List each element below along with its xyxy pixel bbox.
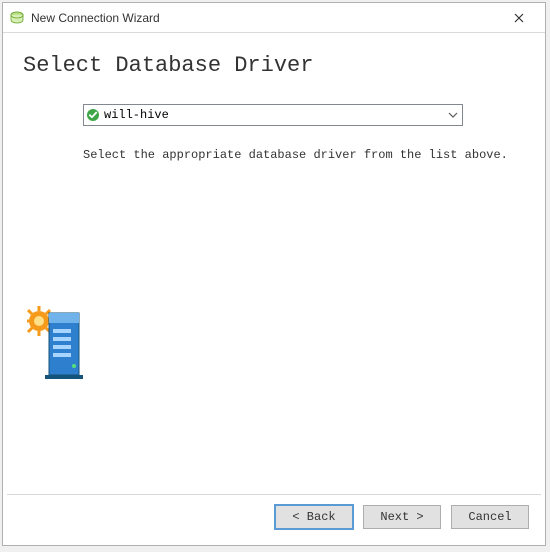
helper-text: Select the appropriate database driver f… xyxy=(83,148,525,162)
wizard-illustration xyxy=(27,303,87,383)
wizard-window: New Connection Wizard Select Database Dr… xyxy=(2,2,546,546)
next-button-label: Next > xyxy=(380,510,423,524)
button-row: < Back Next > Cancel xyxy=(3,495,545,545)
close-button[interactable] xyxy=(499,3,539,32)
chevron-down-icon xyxy=(444,105,462,125)
driver-select-value: will-hive xyxy=(102,108,444,122)
wizard-content: Select Database Driver will-hive Select … xyxy=(3,33,545,494)
back-button[interactable]: < Back xyxy=(275,505,353,529)
cancel-button-label: Cancel xyxy=(468,510,511,524)
next-button[interactable]: Next > xyxy=(363,505,441,529)
back-button-label: < Back xyxy=(292,510,335,524)
window-title: New Connection Wizard xyxy=(31,11,499,25)
page-heading: Select Database Driver xyxy=(23,53,525,78)
check-circle-icon xyxy=(84,108,102,122)
titlebar: New Connection Wizard xyxy=(3,3,545,33)
driver-select[interactable]: will-hive xyxy=(83,104,463,126)
cancel-button[interactable]: Cancel xyxy=(451,505,529,529)
app-icon xyxy=(9,10,25,26)
close-icon xyxy=(514,10,524,26)
